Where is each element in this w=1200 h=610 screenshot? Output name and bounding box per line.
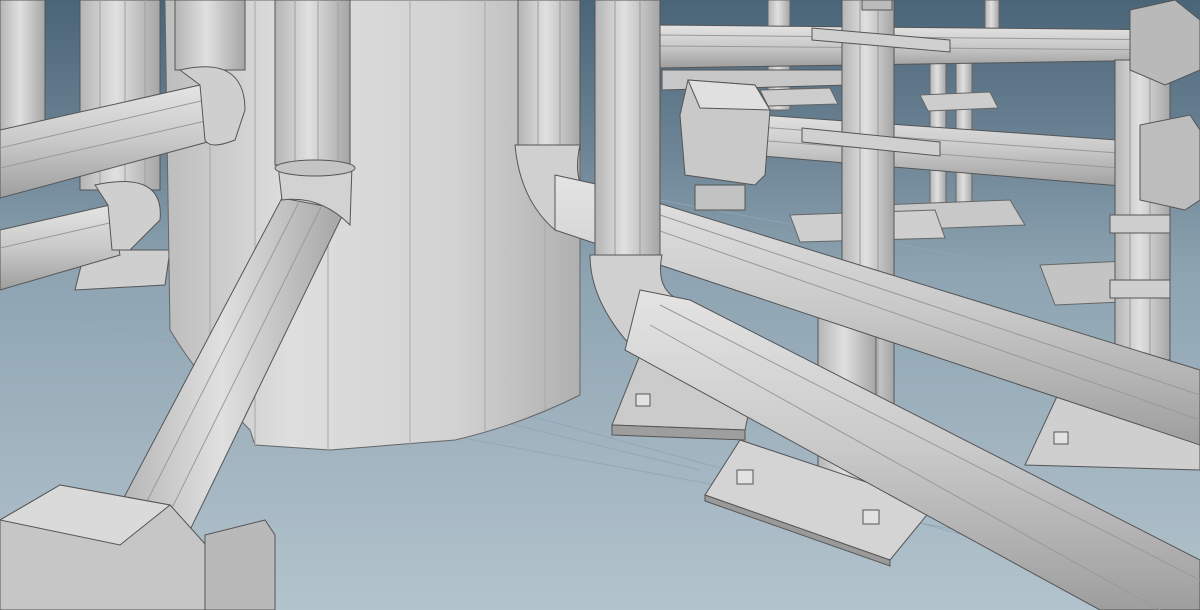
viewport-3d bbox=[0, 0, 1200, 610]
pipe-rack-scene bbox=[0, 0, 1200, 610]
